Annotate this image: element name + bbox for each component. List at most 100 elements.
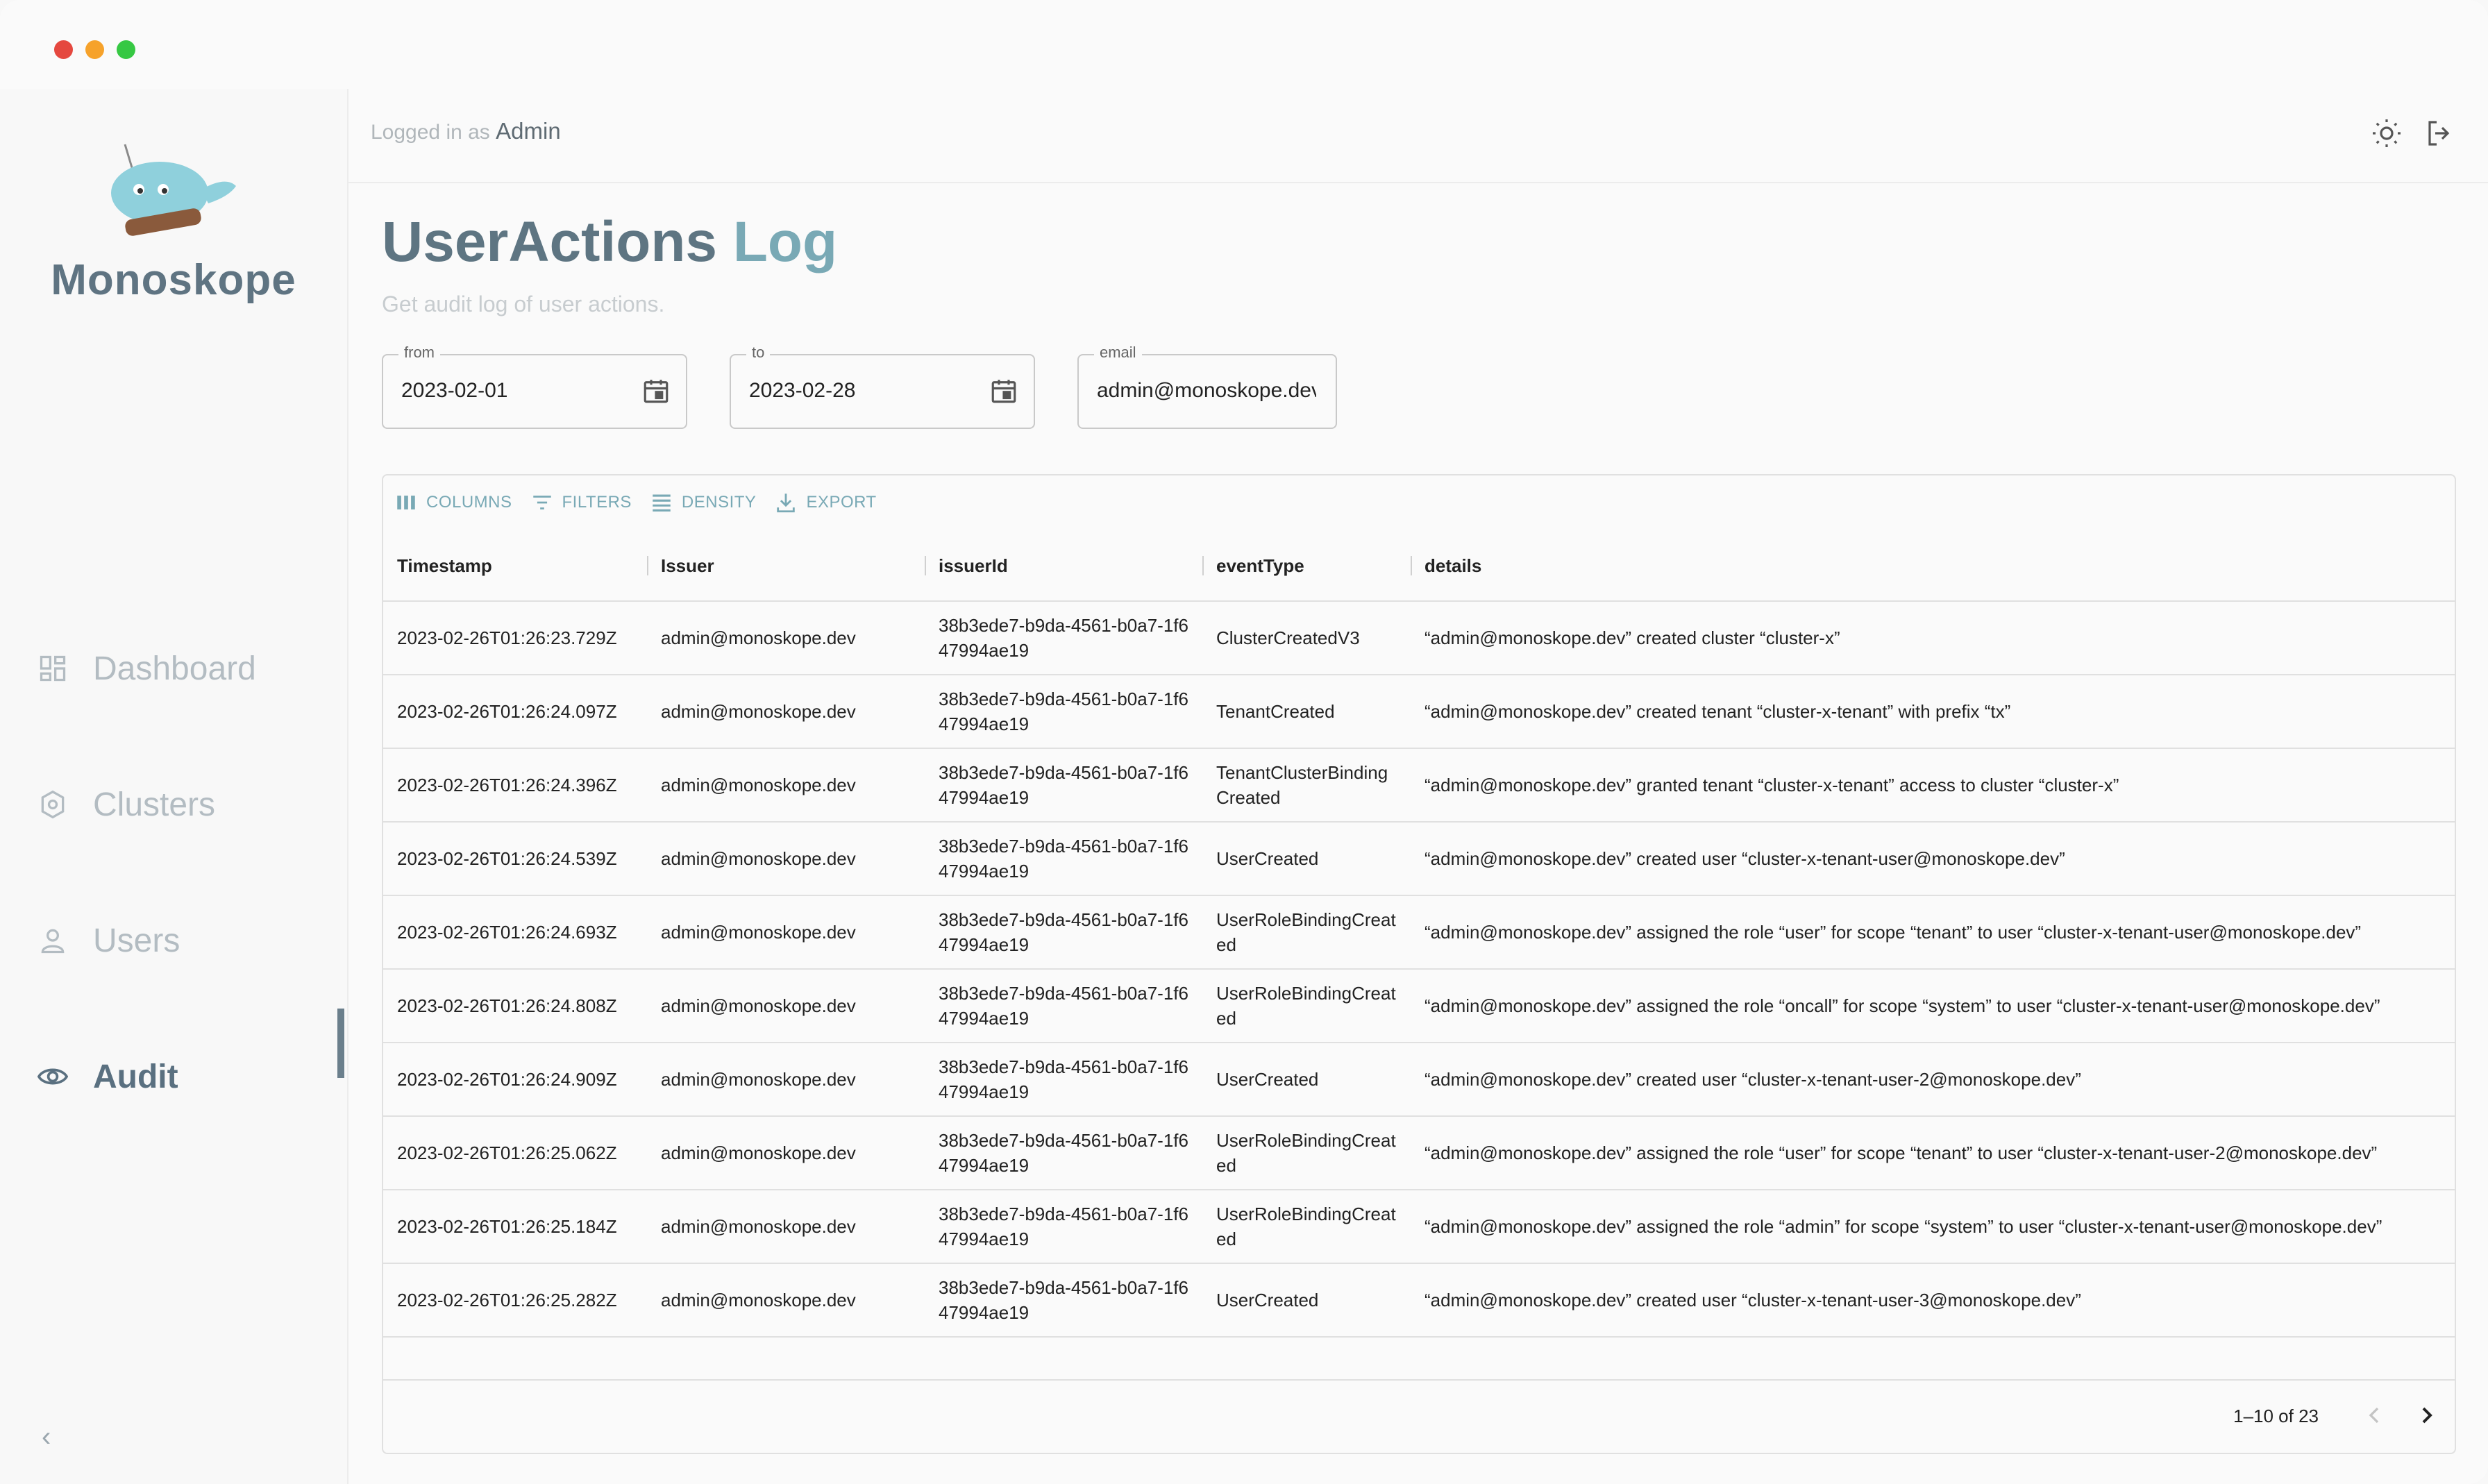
logged-in-prefix: Logged in as: [371, 121, 490, 144]
export-button[interactable]: EXPORT: [774, 491, 876, 514]
issuerid-cell: 38b3ede7-b9da-4561-b0a7-1f647994ae19: [939, 1130, 1188, 1176]
details-cell: “admin@monoskope.dev” created tenant “cl…: [1424, 701, 2011, 722]
from-date-field[interactable]: from 2023-02-01: [382, 344, 687, 429]
eventtype-cell: UserRoleBindingCreated: [1216, 909, 1396, 955]
table-row[interactable]: 2023-02-26T01:26:24.909Z admin@monoskope.…: [383, 1043, 2455, 1117]
to-date-field[interactable]: to 2023-02-28: [730, 344, 1035, 429]
calendar-icon[interactable]: [989, 376, 1018, 405]
table-row[interactable]: 2023-02-26T01:26:23.729Z admin@monoskope.…: [383, 602, 2455, 675]
details-cell: “admin@monoskope.dev” created user “clus…: [1424, 1290, 2081, 1310]
top-bar: Logged in as Admin: [348, 89, 2488, 183]
columns-button[interactable]: COLUMNS: [394, 491, 512, 514]
table-row[interactable]: 2023-02-26T01:26:25.282Z admin@monoskope.…: [383, 1264, 2455, 1338]
eventtype-cell: ClusterCreatedV3: [1216, 627, 1360, 648]
eventtype-cell: TenantClusterBinding Created: [1216, 762, 1388, 808]
issuer-cell: admin@monoskope.dev: [661, 1216, 856, 1237]
minimize-window-button[interactable]: [85, 40, 104, 59]
from-date-value[interactable]: 2023-02-01: [401, 379, 507, 403]
filters-label: FILTERS: [562, 493, 632, 512]
column-header-issuer[interactable]: Issuer: [647, 531, 925, 600]
next-page-icon[interactable]: [2413, 1401, 2441, 1429]
issuer-cell: admin@monoskope.dev: [661, 1142, 856, 1163]
timestamp-cell: 2023-02-26T01:26:24.693Z: [397, 922, 617, 943]
column-header-eventtype[interactable]: eventType: [1202, 531, 1411, 600]
collapse-sidebar-button[interactable]: ‹: [42, 1422, 51, 1453]
table-row[interactable]: 2023-02-26T01:26:25.184Z admin@monoskope.…: [383, 1190, 2455, 1264]
page-title-accent: Log: [732, 210, 838, 273]
table-row[interactable]: 2023-02-26T01:26:24.693Z admin@monoskope.…: [383, 896, 2455, 970]
timestamp-cell: 2023-02-26T01:26:24.909Z: [397, 1069, 617, 1090]
window-controls: [54, 40, 135, 59]
issuer-cell: admin@monoskope.dev: [661, 1069, 856, 1090]
column-header-timestamp[interactable]: Timestamp: [383, 531, 647, 600]
issuer-cell: admin@monoskope.dev: [661, 922, 856, 943]
sidebar-item-audit[interactable]: Audit: [37, 1042, 343, 1111]
calendar-icon[interactable]: [641, 376, 671, 405]
details-cell: “admin@monoskope.dev” created user “clus…: [1424, 848, 2065, 869]
email-field[interactable]: email admin@monoskope.dev: [1077, 344, 1337, 429]
filter-icon: [532, 496, 551, 509]
email-value[interactable]: admin@monoskope.dev: [1097, 379, 1316, 403]
close-window-button[interactable]: [54, 40, 73, 59]
sidebar-item-clusters[interactable]: Clusters: [37, 770, 343, 839]
details-cell: “admin@monoskope.dev” created cluster “c…: [1424, 627, 1840, 648]
column-header-details[interactable]: details: [1411, 531, 2455, 600]
to-date-value[interactable]: 2023-02-28: [749, 379, 855, 403]
timestamp-cell: 2023-02-26T01:26:25.282Z: [397, 1290, 617, 1310]
audit-log-table: COLUMNS FILTERS DENSITY EXPORT Timestamp…: [382, 474, 2456, 1454]
dashboard-icon: [40, 655, 66, 682]
column-header-issuerid[interactable]: issuerId: [925, 531, 1202, 600]
table-row[interactable]: 2023-02-26T01:26:24.808Z admin@monoskope.…: [383, 970, 2455, 1043]
timestamp-cell: 2023-02-26T01:26:24.539Z: [397, 848, 617, 869]
issuer-cell: admin@monoskope.dev: [661, 848, 856, 869]
table-body: 2023-02-26T01:26:23.729Z admin@monoskope.…: [383, 602, 2455, 1338]
previous-page-icon[interactable]: [2360, 1401, 2388, 1429]
table-row[interactable]: 2023-02-26T01:26:25.062Z admin@monoskope.…: [383, 1117, 2455, 1190]
email-label: email: [1094, 344, 1142, 362]
page-title: UserActions Log: [382, 210, 837, 275]
columns-icon: [397, 496, 415, 509]
details-cell: “admin@monoskope.dev” assigned the role …: [1424, 922, 2362, 943]
eventtype-cell: UserCreated: [1216, 848, 1319, 869]
details-cell: “admin@monoskope.dev” created user “clus…: [1424, 1069, 2081, 1090]
logged-in-label: Logged in as Admin: [371, 118, 561, 144]
logout-icon[interactable]: [2423, 117, 2456, 150]
sidebar-item-dashboard[interactable]: Dashboard: [37, 634, 343, 703]
eventtype-cell: UserRoleBindingCreated: [1216, 983, 1396, 1029]
timestamp-cell: 2023-02-26T01:26:23.729Z: [397, 627, 617, 648]
issuer-cell: admin@monoskope.dev: [661, 701, 856, 722]
eventtype-cell: UserCreated: [1216, 1290, 1319, 1310]
sidebar-item-label: Clusters: [93, 786, 216, 823]
download-icon: [777, 494, 796, 513]
table-row[interactable]: 2023-02-26T01:26:24.396Z admin@monoskope.…: [383, 749, 2455, 823]
timestamp-cell: 2023-02-26T01:26:25.184Z: [397, 1216, 617, 1237]
timestamp-cell: 2023-02-26T01:26:25.062Z: [397, 1142, 617, 1163]
narwhal-logo-icon: [111, 144, 236, 236]
export-label: EXPORT: [806, 493, 877, 512]
density-icon: [653, 494, 671, 512]
issuerid-cell: 38b3ede7-b9da-4561-b0a7-1f647994ae19: [939, 983, 1188, 1029]
sidebar-item-label: Users: [93, 922, 180, 959]
user-icon: [41, 929, 65, 954]
eventtype-cell: TenantCreated: [1216, 701, 1335, 722]
sidebar-item-users[interactable]: Users: [37, 906, 343, 975]
theme-toggle-icon[interactable]: [2370, 117, 2403, 150]
table-row[interactable]: 2023-02-26T01:26:24.097Z admin@monoskope.…: [383, 675, 2455, 749]
details-cell: “admin@monoskope.dev” assigned the role …: [1424, 995, 2380, 1016]
filters-button[interactable]: FILTERS: [530, 491, 632, 514]
details-cell: “admin@monoskope.dev” assigned the role …: [1424, 1142, 2378, 1163]
issuer-cell: admin@monoskope.dev: [661, 775, 856, 795]
table-row[interactable]: 2023-02-26T01:26:24.539Z admin@monoskope.…: [383, 823, 2455, 896]
pagination-label: 1–10 of 23: [2233, 1406, 2319, 1426]
app-window: Monoskope Dashboard Clusters Users Audit: [0, 0, 2488, 1484]
maximize-window-button[interactable]: [117, 40, 135, 59]
current-user: Admin: [496, 118, 561, 144]
active-nav-indicator: [337, 1009, 344, 1078]
issuer-cell: admin@monoskope.dev: [661, 627, 856, 648]
sidebar-item-label: Dashboard: [93, 650, 256, 687]
to-date-label: to: [746, 344, 771, 362]
page-title-main: UserActions: [382, 210, 718, 273]
from-date-label: from: [398, 344, 440, 362]
issuerid-cell: 38b3ede7-b9da-4561-b0a7-1f647994ae19: [939, 1277, 1188, 1323]
density-button[interactable]: DENSITY: [650, 491, 757, 514]
